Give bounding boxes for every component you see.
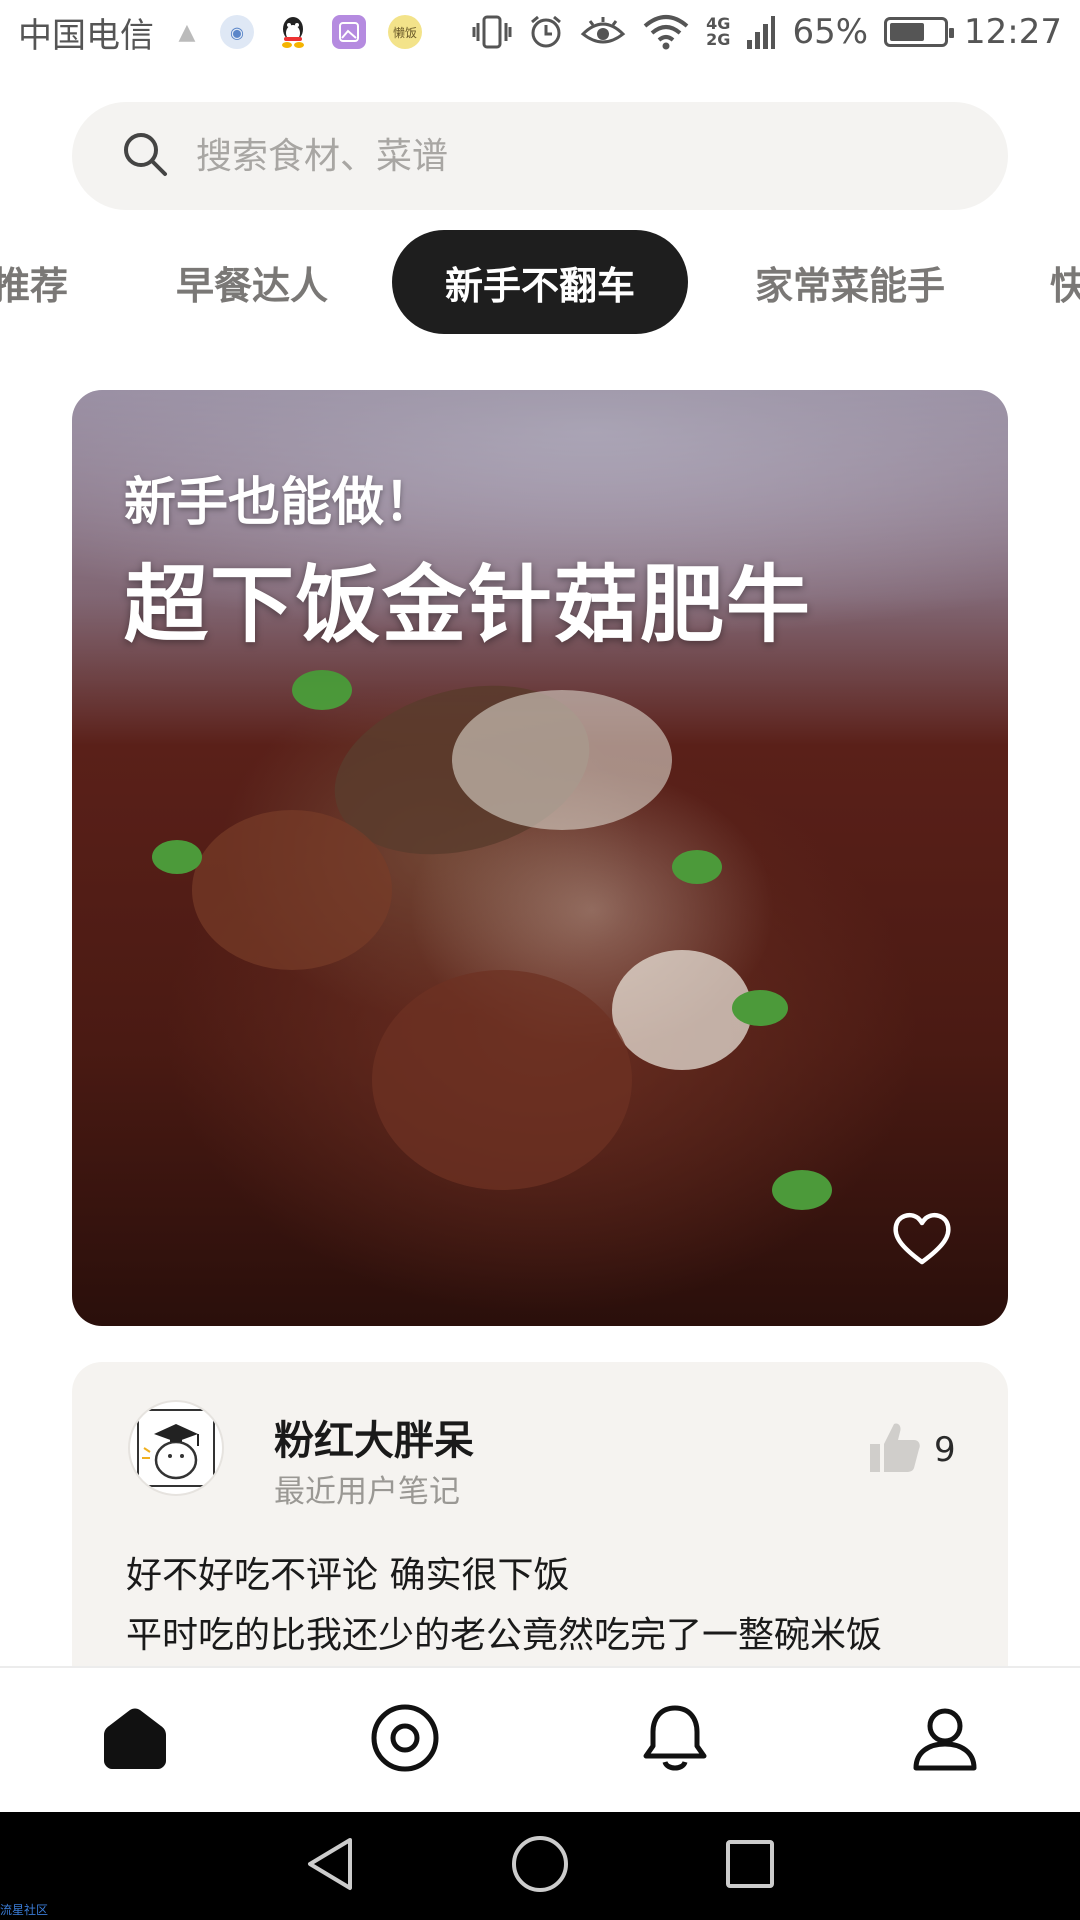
system-recents-button[interactable]: [720, 1836, 780, 1896]
tab-breakfast[interactable]: 早餐达人: [152, 230, 352, 334]
tab-recommend[interactable]: 推荐: [0, 230, 90, 334]
wifi-icon: [642, 14, 690, 50]
tab-label: 新手不翻车: [444, 263, 635, 308]
like-count: 9: [934, 1430, 956, 1470]
vibrate-icon: [472, 15, 512, 49]
search-input[interactable]: [196, 135, 896, 177]
heart-outline-icon[interactable]: [890, 1208, 954, 1268]
system-back-button[interactable]: [300, 1836, 360, 1896]
recents-icon: [724, 1838, 776, 1894]
tab-label: 快: [1050, 263, 1080, 308]
recipe-hero-card[interactable]: 新手也能做！ 超下饭金针菇肥牛: [72, 390, 1008, 1326]
nav-profile[interactable]: [905, 1700, 985, 1780]
watermark-text: 流星社区: [0, 1903, 49, 1917]
tab-beginner[interactable]: 新手不翻车: [392, 230, 688, 334]
tab-label: 早餐达人: [175, 263, 328, 308]
battery-percent: 65%: [792, 12, 869, 52]
gallery-notification-icon: [332, 15, 366, 49]
battery-icon: [884, 17, 955, 47]
note-text-line: 好不好吃不评论 确实很下饭: [126, 1555, 570, 1596]
app-notification-icon: 懒饭: [388, 15, 422, 49]
network-2g-label: 2G: [706, 30, 731, 49]
note-caption: 最近用户笔记: [274, 1474, 460, 1510]
battery-fill: [890, 23, 924, 41]
back-icon: [304, 1836, 356, 1896]
nav-discover[interactable]: [365, 1700, 445, 1780]
qq-notification-icon: [276, 15, 310, 49]
note-text-line: 平时吃的比我还少的老公竟然吃完了一整碗米饭: [126, 1615, 883, 1656]
avatar[interactable]: [128, 1400, 224, 1496]
tab-quick[interactable]: 快: [1050, 230, 1080, 334]
nav-notifications[interactable]: [635, 1700, 715, 1780]
bottom-navigation: [0, 1666, 1080, 1812]
home-circle-icon: [510, 1834, 570, 1898]
search-icon: [120, 129, 170, 183]
system-home-button[interactable]: [510, 1836, 570, 1896]
alarm-icon: [528, 14, 564, 50]
user-note-card[interactable]: 粉红大胖呆 最近用户笔记 9 好不好吃不评论 确实很下饭 平时吃的比我还少的老公…: [72, 1362, 1008, 1692]
clock: 12:27: [964, 12, 1062, 52]
home-icon: [100, 1705, 170, 1775]
upload-icon: ▲: [178, 19, 196, 45]
thumbs-up-icon: [864, 1418, 924, 1482]
hero-title: 超下饭金针菇肥牛: [124, 556, 813, 654]
browser-notification-icon: ◉: [220, 15, 254, 49]
hero-subtitle: 新手也能做！: [124, 473, 437, 533]
system-navigation-bar: [0, 1812, 1080, 1920]
eye-comfort-icon: [580, 16, 626, 48]
category-tabs: 推荐 早餐达人 新手不翻车 家常菜能手 快: [0, 230, 1080, 334]
user-name[interactable]: 粉红大胖呆: [274, 1408, 474, 1466]
search-bar[interactable]: [72, 102, 1008, 210]
profile-icon: [911, 1704, 979, 1776]
like-button[interactable]: 9: [864, 1418, 956, 1482]
status-right: 4G 2G 65% 12:27: [472, 12, 1062, 52]
tab-label: 家常菜能手: [754, 263, 945, 308]
tab-home-cooking[interactable]: 家常菜能手: [730, 230, 970, 334]
nav-home[interactable]: [95, 1700, 175, 1780]
signal-icon: [746, 14, 776, 50]
network-type-badge: 4G 2G: [706, 16, 730, 48]
carrier-label: 中国电信: [18, 15, 154, 56]
bell-icon: [641, 1702, 709, 1778]
tab-label: 推荐: [0, 263, 68, 308]
status-bar: 中国电信 ▲ ◉ 懒饭 4G 2G 65% 12:27: [0, 0, 1080, 64]
status-left: 中国电信 ▲ ◉ 懒饭: [18, 8, 422, 57]
discover-icon: [370, 1703, 440, 1777]
